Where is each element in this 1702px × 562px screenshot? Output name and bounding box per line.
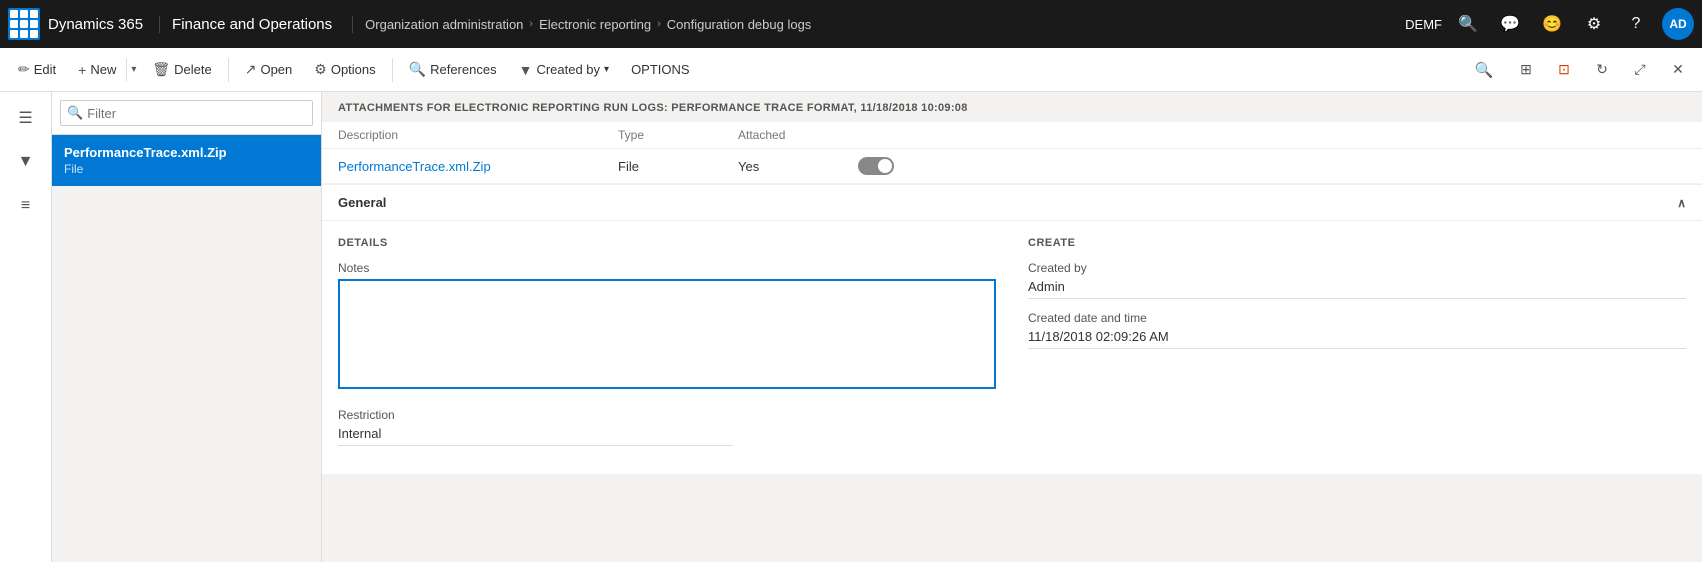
- toolbar-search-button[interactable]: 🔍: [1468, 54, 1500, 86]
- att-attached-value: Yes: [738, 159, 858, 174]
- att-col-type: Type: [618, 128, 738, 142]
- new-chevron-button[interactable]: ▾: [126, 58, 140, 81]
- list-item-sub: File: [64, 162, 309, 176]
- notes-textarea[interactable]: [338, 279, 996, 389]
- att-col-attached: Attached: [738, 128, 858, 142]
- created-by-value: Admin: [1028, 277, 1686, 299]
- filter-search-icon: 🔍: [67, 105, 83, 121]
- created-by-chevron-icon: ▾: [604, 64, 609, 75]
- att-col-toggle: [858, 128, 938, 142]
- attachment-header: ATTACHMENTS FOR ELECTRONIC REPORTING RUN…: [322, 92, 1702, 122]
- user-avatar[interactable]: AD: [1662, 8, 1694, 40]
- list-item[interactable]: PerformanceTrace.xml.Zip File: [52, 135, 321, 186]
- details-group: DETAILS Notes Restriction Internal: [338, 237, 996, 458]
- attachment-table: Description Type Attached PerformanceTra…: [322, 122, 1702, 184]
- toolbar-separator-2: [392, 58, 393, 82]
- list-item-title: PerformanceTrace.xml.Zip: [64, 145, 309, 160]
- filter-input-wrap: 🔍: [60, 100, 313, 126]
- toolbar-separator-1: [228, 58, 229, 82]
- close-icon[interactable]: ✕: [1662, 54, 1694, 86]
- att-table-row[interactable]: PerformanceTrace.xml.Zip File Yes: [322, 149, 1702, 184]
- filter-area: 🔍: [52, 92, 321, 135]
- breadcrumb-config[interactable]: Configuration debug logs: [667, 17, 812, 32]
- sidebar-filter-icon[interactable]: ▼: [8, 144, 44, 180]
- filter-input[interactable]: [87, 106, 306, 121]
- toolbar: ✏ Edit + New ▾ 🗑 Delete ↗ Open ⚙ Options…: [0, 48, 1702, 92]
- section-body: DETAILS Notes Restriction Internal CREAT…: [322, 221, 1702, 474]
- create-group-title: CREATE: [1028, 237, 1686, 249]
- detail-panel: ATTACHMENTS FOR ELECTRONIC REPORTING RUN…: [322, 92, 1702, 562]
- company-code: DEMF: [1405, 17, 1442, 32]
- new-button[interactable]: + New: [68, 56, 126, 84]
- left-sidebar: ☰ ▼ ≡: [0, 92, 52, 562]
- create-group: CREATE Created by Admin Created date and…: [1028, 237, 1686, 458]
- att-type-value: File: [618, 159, 738, 174]
- sidebar-list-icon[interactable]: ≡: [8, 188, 44, 224]
- main-layout: ☰ ▼ ≡ 🔍 PerformanceTrace.xml.Zip File AT…: [0, 92, 1702, 562]
- references-button[interactable]: 🔍 References: [399, 55, 507, 84]
- help-button[interactable]: ?: [1620, 8, 1652, 40]
- options-upper-button[interactable]: OPTIONS: [621, 56, 700, 83]
- created-by-label: Created by: [1028, 261, 1686, 275]
- breadcrumb-sep-2: ›: [657, 18, 661, 30]
- details-group-title: DETAILS: [338, 237, 996, 249]
- refresh-icon[interactable]: ↻: [1586, 54, 1618, 86]
- att-description-value[interactable]: PerformanceTrace.xml.Zip: [338, 159, 618, 174]
- top-nav: Dynamics 365 Finance and Operations Orga…: [0, 0, 1702, 48]
- breadcrumb-org[interactable]: Organization administration: [365, 17, 523, 32]
- app-launcher-button[interactable]: [8, 8, 40, 40]
- open-icon: ↗: [245, 61, 257, 78]
- options-button[interactable]: ⚙ Options: [304, 55, 385, 84]
- list-panel: 🔍 PerformanceTrace.xml.Zip File: [52, 92, 322, 562]
- settings-button[interactable]: ⚙: [1578, 8, 1610, 40]
- restriction-label: Restriction: [338, 408, 996, 422]
- references-icon: 🔍: [409, 61, 426, 78]
- expand-icon[interactable]: ⤢: [1624, 54, 1656, 86]
- restriction-field-group: Restriction Internal: [338, 408, 996, 446]
- office-icon[interactable]: ⊡: [1548, 54, 1580, 86]
- notes-label: Notes: [338, 261, 996, 275]
- delete-button[interactable]: 🗑 Delete: [142, 55, 221, 84]
- nav-brand: Dynamics 365 Finance and Operations: [48, 16, 365, 33]
- nav-right: DEMF 🔍 💬 😊 ⚙ ? AD: [1405, 8, 1694, 40]
- created-date-label: Created date and time: [1028, 311, 1686, 325]
- breadcrumb: Organization administration › Electronic…: [365, 17, 1405, 32]
- delete-icon: 🗑: [152, 61, 170, 78]
- section-header[interactable]: General ∧: [322, 185, 1702, 221]
- toolbar-right-icons: ⊞ ⊡ ↻ ⤢ ✕: [1510, 54, 1694, 86]
- sidebar-menu-icon[interactable]: ☰: [8, 100, 44, 136]
- emoji-button[interactable]: 😊: [1536, 8, 1568, 40]
- section-title: General: [338, 195, 386, 210]
- created-by-button[interactable]: ▼ Created by ▾: [509, 56, 619, 84]
- section-chevron-icon: ∧: [1677, 196, 1686, 210]
- att-toggle[interactable]: [858, 157, 894, 175]
- search-nav-button[interactable]: 🔍: [1452, 8, 1484, 40]
- att-toggle-wrap: [858, 157, 938, 175]
- filter-icon: ▼: [519, 62, 533, 78]
- new-button-group: + New ▾: [68, 56, 140, 84]
- new-icon: +: [78, 62, 86, 78]
- edit-icon: ✏: [18, 61, 30, 78]
- att-table-header: Description Type Attached: [322, 122, 1702, 149]
- breadcrumb-sep-1: ›: [529, 18, 533, 30]
- brand-d365[interactable]: Dynamics 365: [48, 16, 160, 33]
- open-button[interactable]: ↗ Open: [235, 55, 303, 84]
- edit-button[interactable]: ✏ Edit: [8, 55, 66, 84]
- brand-fo[interactable]: Finance and Operations: [172, 16, 353, 33]
- general-section: General ∧ DETAILS Notes Restriction Inte…: [322, 184, 1702, 474]
- att-col-description: Description: [338, 128, 618, 142]
- connected-apps-icon[interactable]: ⊞: [1510, 54, 1542, 86]
- options-icon: ⚙: [314, 61, 327, 78]
- restriction-value: Internal: [338, 424, 733, 446]
- created-date-value: 11/18/2018 02:09:26 AM: [1028, 327, 1686, 349]
- breadcrumb-er[interactable]: Electronic reporting: [539, 17, 651, 32]
- messages-button[interactable]: 💬: [1494, 8, 1526, 40]
